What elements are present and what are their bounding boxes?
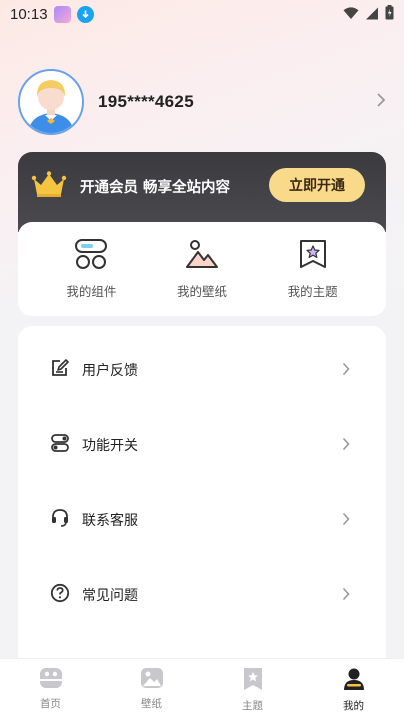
- toggle-icon: [50, 433, 70, 457]
- chevron-right-icon: [342, 436, 350, 455]
- user-phone: 195****4625: [98, 92, 194, 111]
- tab-label: 首页: [40, 698, 61, 710]
- my-wallpapers-button[interactable]: 我的壁纸: [152, 238, 252, 300]
- open-vip-button[interactable]: 立即开通: [269, 168, 365, 202]
- quick-action-label: 我的组件: [66, 284, 117, 299]
- theme-tab-icon: [242, 667, 264, 695]
- profile-tab-icon: [342, 667, 366, 695]
- home-icon: [39, 667, 63, 693]
- tab-label: 主题: [242, 700, 263, 712]
- menu-item-label: 联系客服: [82, 513, 138, 529]
- quick-action-label: 我的壁纸: [176, 284, 227, 299]
- download-icon: [76, 5, 94, 23]
- menu-item-faq[interactable]: 常见问题: [18, 575, 386, 615]
- vip-promo-text: 开通会员 畅享全站内容: [80, 180, 231, 196]
- menu-item-feedback[interactable]: 用户反馈: [18, 350, 386, 390]
- chevron-right-icon: [342, 361, 350, 380]
- menu-item-label: 用户反馈: [82, 363, 138, 379]
- status-time: 10:13: [10, 5, 48, 23]
- battery-icon: [385, 4, 394, 24]
- profile-row[interactable]: 195****4625: [18, 67, 390, 137]
- menu-item-customer-service[interactable]: 联系客服: [18, 500, 386, 540]
- settings-menu: 用户反馈 功能开关 联系客服 常见问题: [18, 326, 386, 666]
- bottom-tab-bar: 首页 壁纸 主题 我的: [0, 658, 404, 718]
- tab-wallpapers[interactable]: 壁纸: [112, 667, 192, 711]
- crown-icon: [31, 171, 67, 203]
- theme-icon: [298, 238, 328, 274]
- feedback-icon: [50, 358, 70, 382]
- notification-app-icon: [53, 5, 71, 23]
- vip-banner: 开通会员 畅享全站内容 立即开通: [18, 152, 386, 232]
- quick-actions-card: 我的组件 我的壁纸 我的主题: [18, 222, 386, 316]
- wallpaper-tab-icon: [140, 667, 164, 693]
- menu-item-feature-toggles[interactable]: 功能开关: [18, 425, 386, 465]
- signal-icon: [365, 5, 379, 24]
- chevron-right-icon: [342, 586, 350, 605]
- chevron-right-icon: [342, 511, 350, 530]
- tab-home[interactable]: 首页: [11, 667, 91, 711]
- tab-themes[interactable]: 主题: [213, 667, 293, 713]
- wifi-icon: [343, 5, 359, 24]
- headset-icon: [50, 508, 70, 532]
- status-bar: 10:13: [0, 0, 404, 28]
- wallpaper-icon: [185, 238, 219, 274]
- widgets-icon: [74, 238, 108, 274]
- menu-item-label: 功能开关: [82, 438, 138, 454]
- tab-profile[interactable]: 我的: [314, 667, 394, 713]
- menu-item-label: 常见问题: [82, 588, 138, 604]
- chevron-right-icon[interactable]: [376, 92, 386, 112]
- my-widgets-button[interactable]: 我的组件: [41, 238, 141, 300]
- tab-label: 壁纸: [141, 698, 162, 710]
- avatar[interactable]: [18, 69, 84, 135]
- quick-action-label: 我的主题: [287, 284, 338, 299]
- my-themes-button[interactable]: 我的主题: [263, 238, 363, 300]
- help-icon: [50, 583, 70, 607]
- tab-label: 我的: [343, 700, 364, 712]
